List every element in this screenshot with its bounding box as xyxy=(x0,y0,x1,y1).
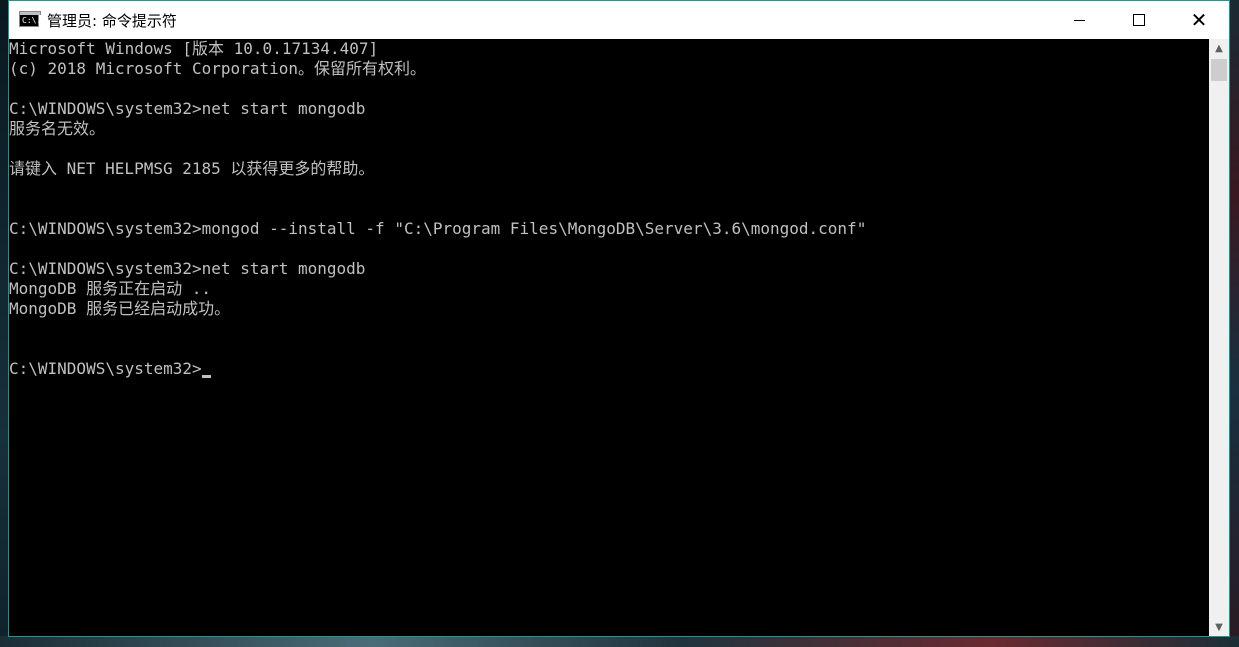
minimize-button[interactable] xyxy=(1049,1,1109,39)
console-line: Microsoft Windows [版本 10.0.17134.407] xyxy=(9,39,379,58)
scroll-up-button[interactable]: ▲ xyxy=(1209,39,1229,57)
window-controls: ✕ xyxy=(1049,1,1229,39)
console-prompt-line: C:\WINDOWS\system32> xyxy=(9,359,211,379)
vertical-scrollbar[interactable]: ▲ ▼ xyxy=(1209,39,1229,636)
minimize-icon xyxy=(1073,19,1085,21)
console-line: MongoDB 服务正在启动 .. xyxy=(9,279,211,298)
text-cursor xyxy=(201,375,211,378)
desktop-edge-bottom xyxy=(0,636,1239,647)
maximize-icon xyxy=(1133,14,1145,26)
console-line: 服务名无效。 xyxy=(9,119,106,138)
console-line: 请键入 NET HELPMSG 2185 以获得更多的帮助。 xyxy=(9,159,375,178)
console-line: (c) 2018 Microsoft Corporation。保留所有权利。 xyxy=(9,59,426,78)
window-title: 管理员: 命令提示符 xyxy=(47,11,177,30)
console-line: MongoDB 服务已经启动成功。 xyxy=(9,299,231,318)
maximize-button[interactable] xyxy=(1109,1,1169,39)
desktop-edge-right xyxy=(1229,0,1239,647)
console-line: C:\WINDOWS\system32>net start mongodb xyxy=(9,259,366,278)
console-line: C:\WINDOWS\system32>mongod --install -f … xyxy=(9,219,867,238)
console-prompt: C:\WINDOWS\system32> xyxy=(9,359,202,378)
console-line: C:\WINDOWS\system32>net start mongodb xyxy=(9,99,366,118)
scroll-down-button[interactable]: ▼ xyxy=(1209,618,1229,636)
chevron-up-icon: ▲ xyxy=(1215,42,1223,54)
close-button[interactable]: ✕ xyxy=(1169,1,1229,39)
title-bar[interactable]: C:\. 管理员: 命令提示符 ✕ xyxy=(9,1,1229,39)
cmd-app-icon[interactable]: C:\. xyxy=(19,11,41,27)
console-output[interactable]: Microsoft Windows [版本 10.0.17134.407] (c… xyxy=(9,39,1209,636)
chevron-down-icon: ▼ xyxy=(1215,621,1223,633)
command-prompt-window: C:\. 管理员: 命令提示符 ✕ Microsoft Windows [版本 … xyxy=(8,0,1230,637)
scrollbar-thumb[interactable] xyxy=(1211,59,1227,81)
close-icon: ✕ xyxy=(1190,8,1208,32)
